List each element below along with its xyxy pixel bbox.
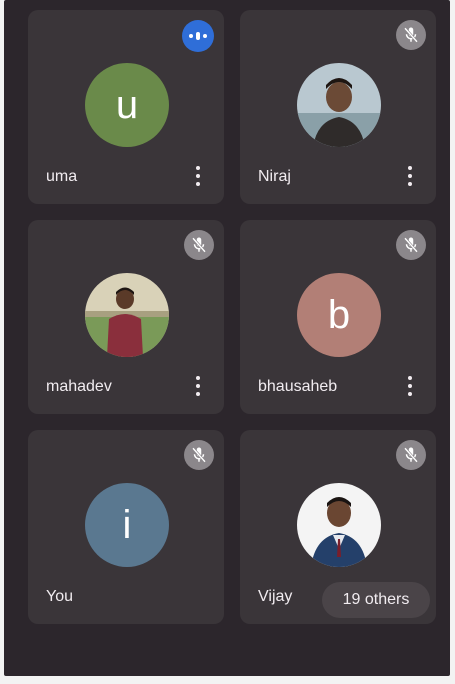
more-vert-icon[interactable] xyxy=(190,162,206,190)
participant-tile-uma[interactable]: u uma xyxy=(28,10,224,204)
avatar: u xyxy=(85,63,169,147)
avatar-initial: u xyxy=(115,82,139,127)
mic-off-icon xyxy=(184,440,214,470)
avatar-photo xyxy=(85,273,169,357)
avatar: i xyxy=(85,483,169,567)
mic-off-icon xyxy=(184,230,214,260)
participant-name: uma xyxy=(46,168,78,185)
mic-off-icon xyxy=(396,440,426,470)
others-button[interactable]: 19 others xyxy=(322,582,430,618)
participant-name: You xyxy=(46,588,73,605)
avatar-initial: i xyxy=(122,502,132,547)
avatar: b xyxy=(297,273,381,357)
participant-tile-you[interactable]: i You xyxy=(28,430,224,624)
video-call-grid: u uma Niraj mahadev b bhausaheb i You Vi… xyxy=(4,0,450,676)
avatar-initial: b xyxy=(327,292,351,337)
participant-tile-niraj[interactable]: Niraj xyxy=(240,10,436,204)
audio-level-icon xyxy=(182,20,214,52)
participant-tile-mahadev[interactable]: mahadev xyxy=(28,220,224,414)
more-vert-icon[interactable] xyxy=(402,372,418,400)
mic-off-icon xyxy=(396,20,426,50)
participant-name: mahadev xyxy=(46,378,112,395)
participant-name: Niraj xyxy=(258,168,291,185)
avatar-photo xyxy=(297,63,381,147)
more-vert-icon[interactable] xyxy=(402,162,418,190)
more-vert-icon[interactable] xyxy=(190,372,206,400)
participant-name: Vijay xyxy=(258,588,293,605)
participant-name: bhausaheb xyxy=(258,378,338,395)
participant-tile-bhausaheb[interactable]: b bhausaheb xyxy=(240,220,436,414)
mic-off-icon xyxy=(396,230,426,260)
avatar-photo xyxy=(297,483,381,567)
